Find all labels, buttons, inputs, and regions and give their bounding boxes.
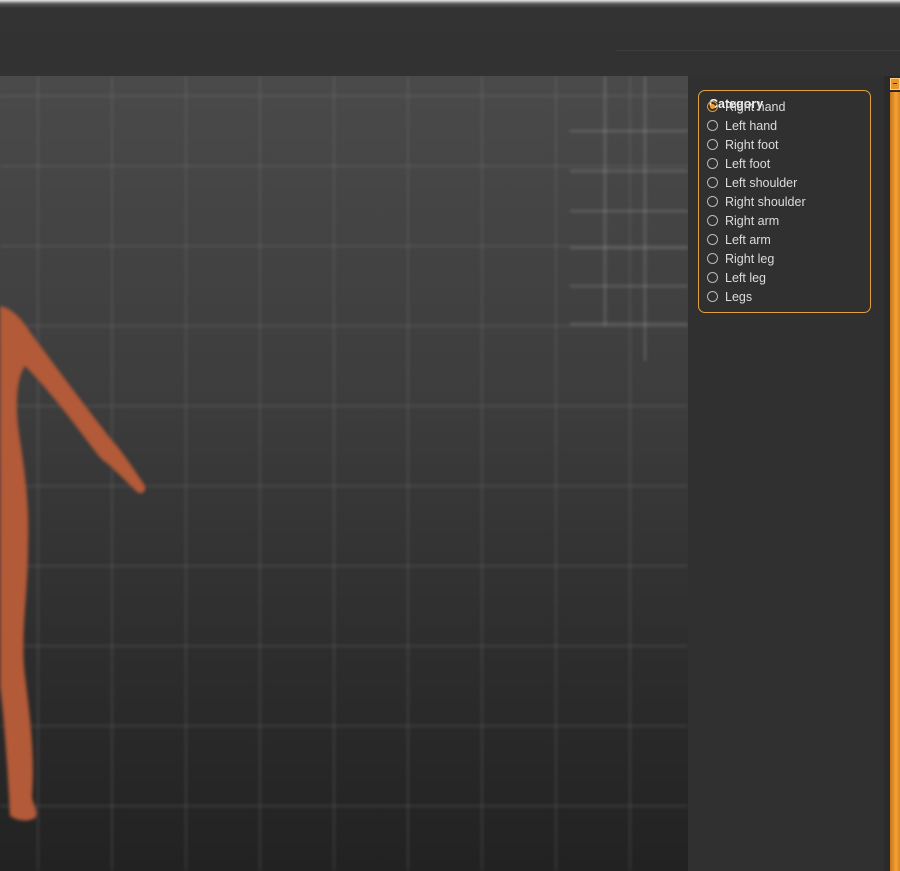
option-label: Right foot bbox=[725, 137, 779, 152]
top-toolbar bbox=[0, 0, 900, 76]
panel-scrollbar[interactable] bbox=[884, 76, 900, 871]
scroll-up-button[interactable] bbox=[890, 78, 900, 90]
category-option-right-arm[interactable]: Right arm bbox=[707, 211, 806, 230]
3d-viewport[interactable] bbox=[0, 76, 688, 871]
option-label: Right arm bbox=[725, 213, 780, 228]
option-label: Left hand bbox=[725, 118, 778, 133]
toolbar-divider bbox=[615, 50, 900, 51]
option-label: Left leg bbox=[725, 270, 767, 285]
radio-button[interactable] bbox=[707, 253, 718, 264]
category-option-right-shoulder[interactable]: Right shoulder bbox=[707, 192, 806, 211]
category-option-right-leg[interactable]: Right leg bbox=[707, 249, 806, 268]
option-label: Left foot bbox=[725, 156, 771, 171]
radio-button[interactable] bbox=[707, 158, 718, 169]
floor-grid bbox=[0, 76, 688, 871]
settings-panel: Category Right hand Left hand Right foot… bbox=[688, 76, 884, 871]
human-figure bbox=[0, 306, 146, 821]
radio-button[interactable] bbox=[707, 177, 718, 188]
radio-button[interactable] bbox=[707, 139, 718, 150]
radio-button[interactable] bbox=[707, 234, 718, 245]
radio-button-selected[interactable] bbox=[707, 101, 718, 112]
category-option-left-shoulder[interactable]: Left shoulder bbox=[707, 173, 806, 192]
radio-button[interactable] bbox=[707, 120, 718, 131]
scrollbar-thumb[interactable] bbox=[890, 92, 900, 871]
option-label: Left shoulder bbox=[725, 175, 798, 190]
option-label: Right shoulder bbox=[725, 194, 806, 209]
category-option-right-hand[interactable]: Right hand bbox=[707, 97, 806, 116]
radio-button[interactable] bbox=[707, 215, 718, 226]
option-label: Right leg bbox=[725, 251, 775, 266]
category-option-left-arm[interactable]: Left arm bbox=[707, 230, 806, 249]
category-option-legs[interactable]: Legs bbox=[707, 287, 806, 306]
category-options: Right hand Left hand Right foot Left foo… bbox=[707, 97, 806, 306]
category-option-left-foot[interactable]: Left foot bbox=[707, 154, 806, 173]
option-label: Legs bbox=[725, 289, 753, 304]
option-label: Left arm bbox=[725, 232, 771, 247]
category-option-left-hand[interactable]: Left hand bbox=[707, 116, 806, 135]
radio-button[interactable] bbox=[707, 291, 718, 302]
category-option-left-leg[interactable]: Left leg bbox=[707, 268, 806, 287]
radio-button[interactable] bbox=[707, 272, 718, 283]
viewport-scene bbox=[0, 76, 688, 871]
category-option-right-foot[interactable]: Right foot bbox=[707, 135, 806, 154]
radio-button[interactable] bbox=[707, 196, 718, 207]
option-label: Right hand bbox=[725, 99, 786, 114]
